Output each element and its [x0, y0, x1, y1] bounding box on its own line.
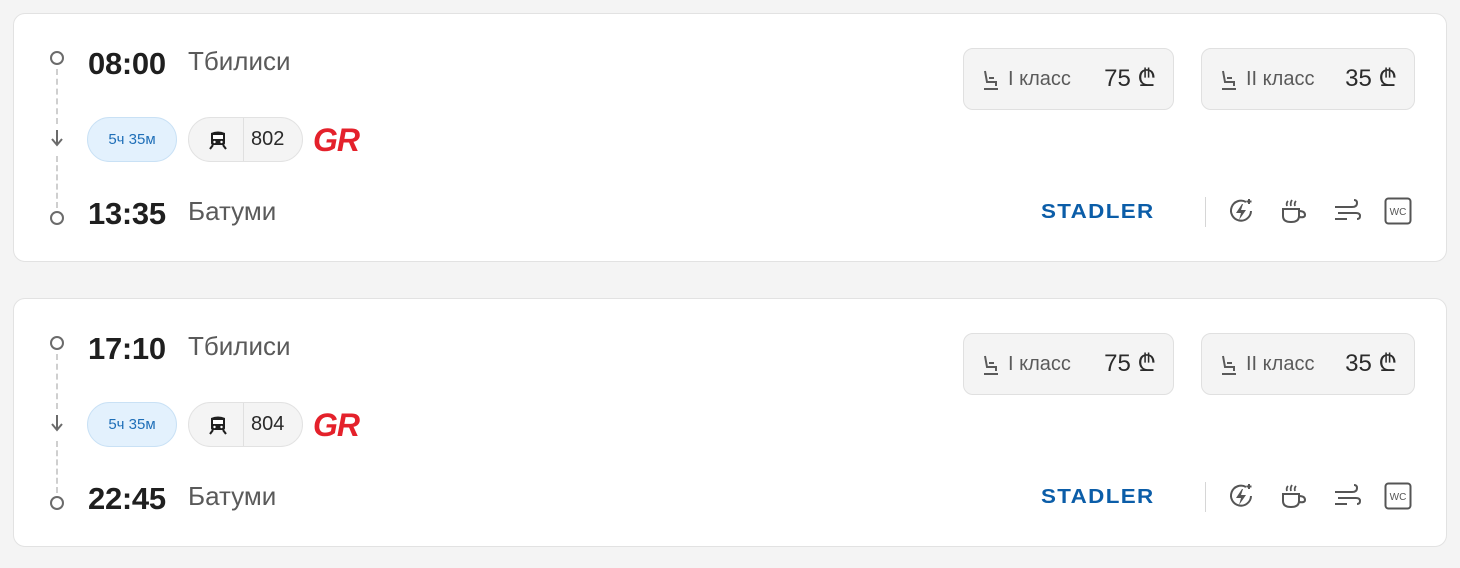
departure-city: Тбилиси [188, 46, 291, 76]
departure-dot-icon [50, 51, 64, 65]
class-label: II класс [1246, 353, 1315, 375]
arrival-dot-icon [50, 211, 64, 225]
timeline-line [56, 69, 58, 124]
charging-icon [1230, 199, 1252, 222]
divider [243, 118, 244, 161]
class-price: 35 ₾ [1345, 350, 1397, 377]
class-option-second[interactable]: II класс 35 ₾ [1201, 333, 1415, 395]
departure-time: 08:00 [88, 46, 166, 81]
train-number: 802 [251, 128, 285, 150]
wc-icon: WC [1384, 482, 1412, 510]
train-number: 804 [251, 413, 285, 435]
georgian-railway-logo: GR [313, 122, 360, 158]
arrow-down-icon [51, 130, 63, 147]
seat-icon [984, 355, 998, 375]
timeline-line [56, 354, 58, 409]
divider [243, 403, 244, 446]
trip-card[interactable]: 17:10 Тбилиси 5ч 35м 804 GR 22:45 Батуми… [13, 298, 1447, 547]
wc-icon: WC [1384, 197, 1412, 225]
duration-badge: 5ч 35м [87, 402, 177, 447]
svg-text:WC: WC [1390, 492, 1407, 503]
coffee-icon [1282, 199, 1307, 224]
arrow-down-icon [51, 415, 63, 432]
train-icon [209, 131, 227, 150]
class-label: I класс [1008, 68, 1071, 90]
class-price: 75 ₾ [1104, 350, 1156, 377]
arrival-city: Батуми [188, 481, 277, 511]
arrival-time: 13:35 [88, 196, 166, 231]
air-conditioning-icon [1335, 199, 1362, 220]
departure-dot-icon [50, 336, 64, 350]
stadler-logo: STADLER [1041, 201, 1155, 223]
train-number-badge: 802 [188, 117, 303, 162]
divider [1205, 197, 1206, 227]
timeline-line [56, 156, 58, 208]
seat-icon [984, 70, 998, 90]
stadler-logo: STADLER [1041, 486, 1155, 508]
class-label: II класс [1246, 68, 1315, 90]
duration-badge: 5ч 35м [87, 117, 177, 162]
arrival-city: Батуми [188, 196, 277, 226]
class-option-first[interactable]: I класс 75 ₾ [963, 48, 1174, 110]
charging-icon [1230, 484, 1252, 507]
divider [1205, 482, 1206, 512]
seat-icon [1222, 70, 1236, 90]
departure-time: 17:10 [88, 331, 166, 366]
trip-card[interactable]: 08:00 Тбилиси 5ч 35м 802 GR 13:35 Батуми… [13, 13, 1447, 262]
class-option-first[interactable]: I класс 75 ₾ [963, 333, 1174, 395]
class-option-second[interactable]: II класс 35 ₾ [1201, 48, 1415, 110]
svg-text:WC: WC [1390, 207, 1407, 218]
class-price: 75 ₾ [1104, 65, 1156, 92]
departure-city: Тбилиси [188, 331, 291, 361]
seat-icon [1222, 355, 1236, 375]
timeline-line [56, 441, 58, 493]
georgian-railway-logo: GR [313, 407, 360, 443]
arrival-time: 22:45 [88, 481, 166, 516]
train-icon [209, 416, 227, 435]
arrival-dot-icon [50, 496, 64, 510]
air-conditioning-icon [1335, 484, 1362, 505]
class-price: 35 ₾ [1345, 65, 1397, 92]
train-number-badge: 804 [188, 402, 303, 447]
class-label: I класс [1008, 353, 1071, 375]
coffee-icon [1282, 484, 1307, 509]
